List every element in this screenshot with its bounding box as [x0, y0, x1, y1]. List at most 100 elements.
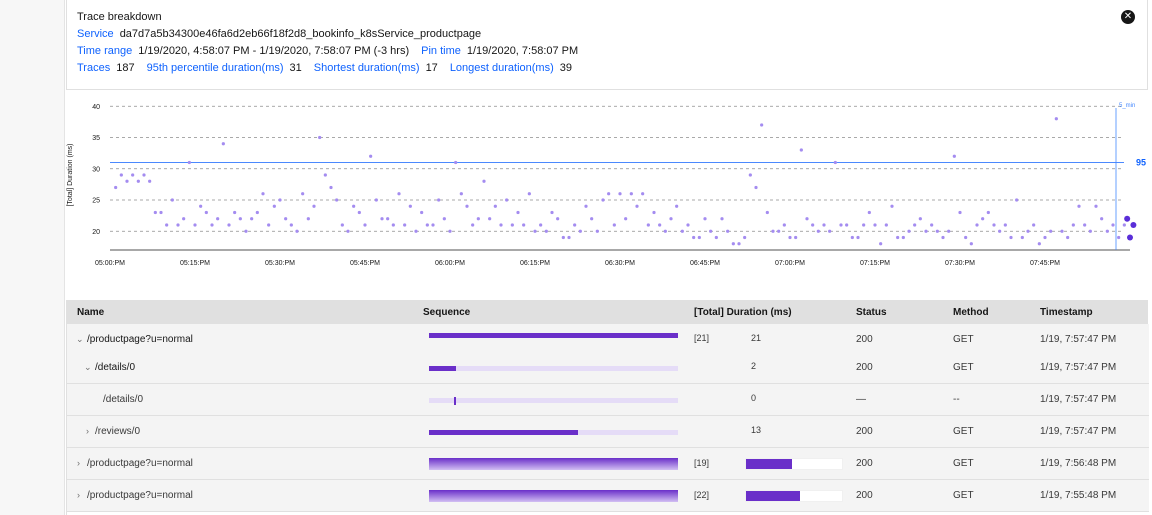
- scatter-point: [414, 229, 418, 233]
- x-tick-label: 06:30:PM: [605, 260, 635, 267]
- chevron-right-icon[interactable]: ›: [86, 426, 89, 436]
- scatter-point: [822, 223, 826, 227]
- scatter-point: [437, 198, 441, 202]
- scatter-point: [969, 242, 973, 246]
- y-tick-label: 20: [92, 229, 100, 236]
- header-method[interactable]: Method: [953, 307, 989, 318]
- scatter-point: [221, 142, 225, 146]
- table-row[interactable]: › /productpage?u=normal [22] 200 GET 1/1…: [67, 480, 1149, 512]
- scatter-point: [686, 223, 690, 227]
- close-icon[interactable]: ✕: [1121, 10, 1135, 24]
- row-method: GET: [953, 490, 974, 501]
- scatter-point: [550, 210, 554, 215]
- sequence-bar: [429, 458, 678, 470]
- scatter-point: [533, 229, 537, 233]
- y-tick-label: 40: [92, 104, 100, 111]
- y-tick-label: 25: [92, 198, 100, 205]
- traces-label[interactable]: Traces: [77, 62, 110, 74]
- x-tick-label: 07:00:PM: [775, 260, 805, 267]
- chevron-down-icon[interactable]: ⌄: [84, 362, 92, 373]
- shortest-value: 17: [425, 62, 438, 74]
- scatter-point: [595, 229, 599, 233]
- scatter-point: [159, 210, 163, 215]
- header-name[interactable]: Name: [77, 307, 104, 318]
- scatter-point: [255, 210, 259, 215]
- scatter-point: [1009, 235, 1013, 240]
- table-row[interactable]: › /reviews/0 13 200 GET 1/19, 7:57:47 PM: [67, 416, 1149, 448]
- scatter-point: [431, 223, 435, 227]
- scatter-point: [760, 123, 764, 127]
- x-tick-label: 05:00:PM: [95, 260, 125, 267]
- scatter-point: [720, 217, 724, 221]
- table-row[interactable]: › /productpage?u=normal [19] 200 GET 1/1…: [67, 448, 1149, 480]
- scatter-point: [284, 217, 288, 221]
- row-bracket: [22]: [694, 490, 710, 500]
- scatter-point: [601, 198, 605, 202]
- scatter-point: [833, 160, 837, 165]
- scatter-point: [1003, 223, 1007, 227]
- scatter-point: [397, 192, 401, 196]
- scatter-point: [850, 235, 854, 240]
- scatter-point: [680, 229, 684, 233]
- shortest-label[interactable]: Shortest duration(ms): [314, 62, 420, 74]
- scatter-point: [204, 210, 208, 215]
- scatter-point: [646, 223, 650, 227]
- x-tick-label: 05:45:PM: [350, 260, 380, 267]
- scatter-point: [539, 223, 543, 227]
- chevron-down-icon[interactable]: ⌄: [76, 334, 84, 345]
- scatter-point: [1071, 223, 1075, 227]
- scatter-point: [567, 235, 571, 240]
- scatter-point: [590, 217, 594, 221]
- header-sequence[interactable]: Sequence: [423, 307, 470, 318]
- header-status[interactable]: Status: [856, 307, 887, 318]
- chevron-right-icon[interactable]: ›: [77, 490, 80, 500]
- scatter-point: [295, 229, 299, 233]
- scatter-point: [499, 223, 503, 227]
- scatter-point: [782, 223, 786, 227]
- scatter-point: [136, 179, 140, 183]
- scatter-point: [935, 229, 939, 233]
- scatter-point: [482, 179, 486, 183]
- scatter-point: [199, 204, 203, 208]
- row-bracket: [21]: [694, 333, 710, 343]
- scatter-svg: [Total] Duration (ms) 20 25 30 35 40 05:00:PM 0…: [67, 103, 1146, 267]
- scatter-point: [624, 217, 628, 221]
- scatter-point: [352, 204, 356, 208]
- duration-fill: [746, 491, 800, 501]
- time-row: Time range 1/19/2020, 4:58:07 PM - 1/19/2…: [77, 45, 578, 57]
- scatter-point: [544, 229, 548, 233]
- time-range-label[interactable]: Time range: [77, 45, 132, 57]
- chevron-right-icon[interactable]: ›: [77, 458, 80, 468]
- scatter-point: [216, 217, 220, 221]
- pin-time-label[interactable]: Pin time: [421, 45, 461, 57]
- table-row[interactable]: /details/0 0 — -- 1/19, 7:57:47 PM: [67, 384, 1149, 416]
- row-status: —: [856, 394, 866, 405]
- scatter-point: [584, 204, 588, 208]
- service-label[interactable]: Service: [77, 28, 114, 40]
- scatter-point: [697, 235, 701, 240]
- scatter-point: [363, 223, 367, 227]
- scatter-point: [958, 210, 962, 215]
- scatter-point: [187, 160, 191, 165]
- scatter-point: [561, 235, 565, 240]
- scatter-point: [374, 198, 378, 202]
- scatter-point: [448, 229, 452, 233]
- scatter-point: [862, 223, 866, 227]
- scatter-point: [131, 173, 135, 177]
- scatter-point: [879, 242, 883, 246]
- longest-label[interactable]: Longest duration(ms): [450, 62, 554, 74]
- row-status: 200: [856, 334, 873, 345]
- scatter-point: [884, 223, 888, 227]
- sequence-bar: [429, 396, 678, 405]
- scatter-point: [737, 242, 741, 246]
- scatter-point: [714, 235, 718, 240]
- p95-label[interactable]: 95th percentile duration(ms): [147, 62, 284, 74]
- scatter-point: [250, 217, 254, 221]
- scatter-point: [1122, 223, 1126, 227]
- scatter-point: [267, 223, 271, 227]
- table-row[interactable]: ⌄ /details/0 2 200 GET 1/19, 7:57:47 PM: [67, 352, 1149, 384]
- header-duration[interactable]: [Total] Duration (ms): [694, 307, 792, 318]
- header-timestamp[interactable]: Timestamp: [1040, 307, 1093, 318]
- scatter-point: [612, 223, 616, 227]
- scatter-point: [992, 223, 996, 227]
